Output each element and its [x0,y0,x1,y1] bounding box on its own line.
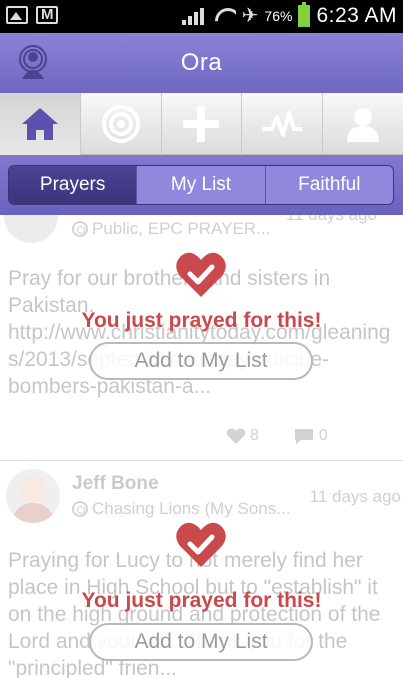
time-ago: 11 days ago [286,215,377,225]
add-to-my-list-button[interactable]: Add to My List [89,623,313,661]
app-header: Ora [0,33,403,93]
tab-home[interactable] [0,93,81,155]
clock: 6:23 AM [316,3,397,27]
prayer-card[interactable]: Jeff Bone 11 days ago Chasing Lions (My … [0,461,403,678]
profile-icon [347,108,380,142]
time-ago: 11 days ago [309,487,401,506]
card-stats: 8 0 [226,427,328,445]
audience: Chasing Lions (My Sons... [72,499,290,519]
target-icon [72,221,88,237]
wifi-icon [214,6,236,26]
battery-icon [298,1,311,27]
mail-icon [36,6,58,24]
tab-profile[interactable] [323,93,403,155]
app-title: Ora [180,49,223,76]
prayer-card[interactable]: 11 days ago Public, EPC PRAYER... Pray f… [0,215,403,460]
segment-faithful[interactable]: Faithful [266,166,393,204]
icon-tab-bar [0,93,403,155]
image-icon [6,6,28,24]
likes-count: 8 [250,427,259,444]
comments-count: 0 [318,427,328,444]
target-icon [72,501,88,517]
audience-label: Public, EPC PRAYER... [92,219,271,238]
tab-activity[interactable] [242,93,324,155]
prayer-feed[interactable]: 11 days ago Public, EPC PRAYER... Pray f… [0,215,403,678]
prayed-message: You just prayed for this! [81,589,322,612]
status-bar: ✈ 76% 6:23 AM [0,0,403,33]
avatar[interactable] [6,469,60,523]
segmented-control: Prayers My List Faithful [8,165,394,205]
prayed-heart-icon [176,522,226,567]
segment-bar: Prayers My List Faithful [0,155,403,215]
comment-icon [294,429,313,444]
home-icon [21,108,58,140]
plus-icon [183,106,220,142]
segment-prayers[interactable]: Prayers [9,166,138,204]
likes[interactable]: 8 [226,427,259,445]
target-icon [101,105,140,143]
segment-my-list[interactable]: My List [137,166,266,204]
tab-add[interactable] [162,93,243,155]
heart-icon [226,428,246,444]
audience: Public, EPC PRAYER... [72,219,270,239]
avatar[interactable] [4,215,58,243]
signal-icon [181,7,208,25]
tab-target[interactable] [81,93,162,155]
prayed-message: You just prayed for this! [81,309,322,332]
activity-icon [262,111,303,137]
comments[interactable]: 0 [293,427,328,445]
add-to-my-list-button[interactable]: Add to My List [89,342,313,380]
audience-label: Chasing Lions (My Sons... [92,499,291,518]
author-name[interactable]: Jeff Bone [72,473,159,495]
airplane-icon: ✈ [241,5,259,27]
prayed-heart-icon [176,252,226,297]
battery-percent: 76% [264,7,293,24]
